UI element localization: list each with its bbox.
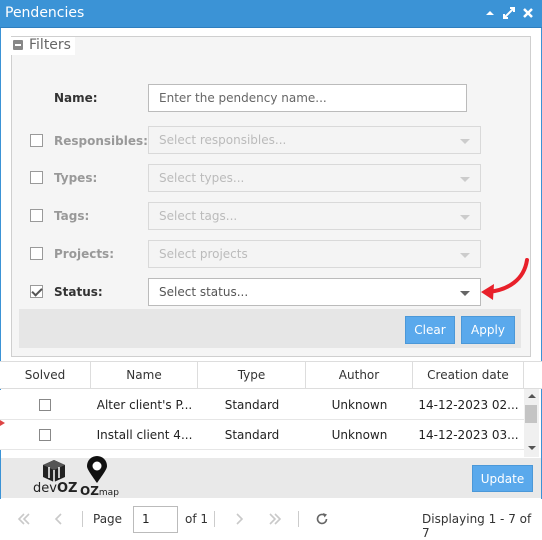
responsibles-select-placeholder: Select responsibles... — [159, 133, 287, 147]
update-button[interactable]: Update — [472, 465, 533, 492]
types-label: Types: — [54, 171, 98, 185]
devoz-logo-suffix: OZ — [56, 481, 78, 496]
scroll-down-icon[interactable] — [528, 446, 536, 450]
row-type: Standard — [224, 428, 280, 442]
tags-checkbox[interactable] — [30, 209, 43, 222]
filters-legend[interactable]: Filters — [11, 37, 75, 55]
status-select[interactable]: Select status... — [148, 278, 481, 306]
chevron-down-icon[interactable] — [460, 139, 470, 144]
chevron-down-icon[interactable] — [460, 215, 470, 220]
tags-label: Tags: — [54, 209, 90, 223]
row-author: Unknown — [331, 428, 388, 442]
ozmap-logo-suffix: map — [98, 488, 119, 498]
row-name: Alter client's P... — [96, 398, 193, 412]
solved-checkbox[interactable] — [39, 429, 51, 441]
table-row[interactable]: Install client 4... Standard Unknown 14-… — [0, 420, 524, 450]
grid-scrollbar[interactable] — [524, 389, 539, 457]
column-header-name[interactable]: Name — [91, 362, 198, 388]
previous-page-icon[interactable] — [54, 513, 64, 525]
status-checkbox[interactable] — [30, 285, 43, 298]
next-page-icon[interactable] — [234, 513, 244, 525]
name-input[interactable]: Enter the pendency name... — [148, 84, 467, 112]
close-icon[interactable] — [521, 5, 535, 21]
pager-separator — [82, 511, 83, 527]
types-checkbox[interactable] — [30, 171, 43, 184]
maximize-icon[interactable] — [502, 5, 516, 21]
scroll-thumb[interactable] — [525, 405, 537, 423]
collapse-minus-icon[interactable] — [13, 40, 23, 50]
chevron-down-icon[interactable] — [460, 291, 470, 296]
clear-button[interactable]: Clear — [405, 316, 455, 344]
window-title: Pendencies — [5, 5, 85, 21]
row-name: Install client 4... — [96, 428, 193, 442]
types-select[interactable]: Select types... — [148, 164, 481, 192]
projects-select[interactable]: Select projects — [148, 240, 481, 268]
grid-header: Solved Name Type Author Creation date — [0, 361, 542, 389]
responsibles-checkbox[interactable] — [30, 134, 43, 147]
row-creation-date: 14-12-2023 02... — [418, 398, 519, 412]
name-label: Name: — [54, 91, 98, 105]
column-header-solved[interactable]: Solved — [0, 362, 91, 388]
status-label: Status: — [54, 285, 103, 299]
window-titlebar[interactable]: Pendencies — [0, 0, 542, 28]
chevron-down-icon[interactable] — [460, 177, 470, 182]
page-label: Page — [93, 512, 123, 526]
chevron-down-icon[interactable] — [460, 253, 470, 258]
apply-button[interactable]: Apply — [461, 316, 515, 344]
filters-legend-label: Filters — [29, 37, 71, 53]
projects-checkbox[interactable] — [30, 247, 43, 260]
devoz-logo: devOZ — [33, 481, 77, 496]
column-header-type[interactable]: Type — [198, 362, 306, 388]
column-header-creation-date[interactable]: Creation date — [413, 362, 524, 388]
row-type: Standard — [224, 398, 280, 412]
types-select-placeholder: Select types... — [159, 171, 245, 185]
responsibles-select[interactable]: Select responsibles... — [148, 126, 481, 154]
scroll-up-icon[interactable] — [528, 394, 536, 398]
pagination-toolbar: Page 1 of 1 Displaying 1 - 7 of 7 — [0, 499, 542, 540]
last-page-icon[interactable] — [268, 513, 282, 525]
first-page-icon[interactable] — [17, 513, 31, 525]
solved-checkbox[interactable] — [39, 399, 51, 411]
map-pin-icon — [87, 456, 107, 483]
table-row[interactable]: Alter client's P... Standard Unknown 14-… — [0, 390, 524, 420]
pager-separator — [298, 511, 299, 527]
page-of-label: of 1 — [185, 512, 209, 526]
row-marker-icon — [0, 420, 5, 426]
collapse-icon[interactable] — [483, 5, 497, 21]
responsibles-label: Responsibles: — [54, 134, 148, 148]
red-arrow-annotation — [481, 258, 529, 300]
ozmap-logo: OZmap — [80, 484, 119, 498]
refresh-icon[interactable] — [315, 512, 329, 526]
row-creation-date: 14-12-2023 03... — [418, 428, 519, 442]
ozmap-logo-prefix: OZ — [80, 484, 99, 498]
devoz-logo-prefix: dev — [33, 481, 57, 496]
tags-select[interactable]: Select tags... — [148, 202, 481, 230]
tags-select-placeholder: Select tags... — [159, 209, 238, 223]
pager-separator — [214, 511, 215, 527]
column-header-author[interactable]: Author — [306, 362, 413, 388]
projects-label: Projects: — [54, 247, 114, 261]
displaying-count: Displaying 1 - 7 of 7 — [422, 512, 532, 540]
row-author: Unknown — [331, 398, 388, 412]
page-number-input[interactable]: 1 — [133, 506, 178, 533]
status-select-placeholder: Select status... — [159, 285, 249, 299]
projects-select-placeholder: Select projects — [159, 247, 248, 261]
